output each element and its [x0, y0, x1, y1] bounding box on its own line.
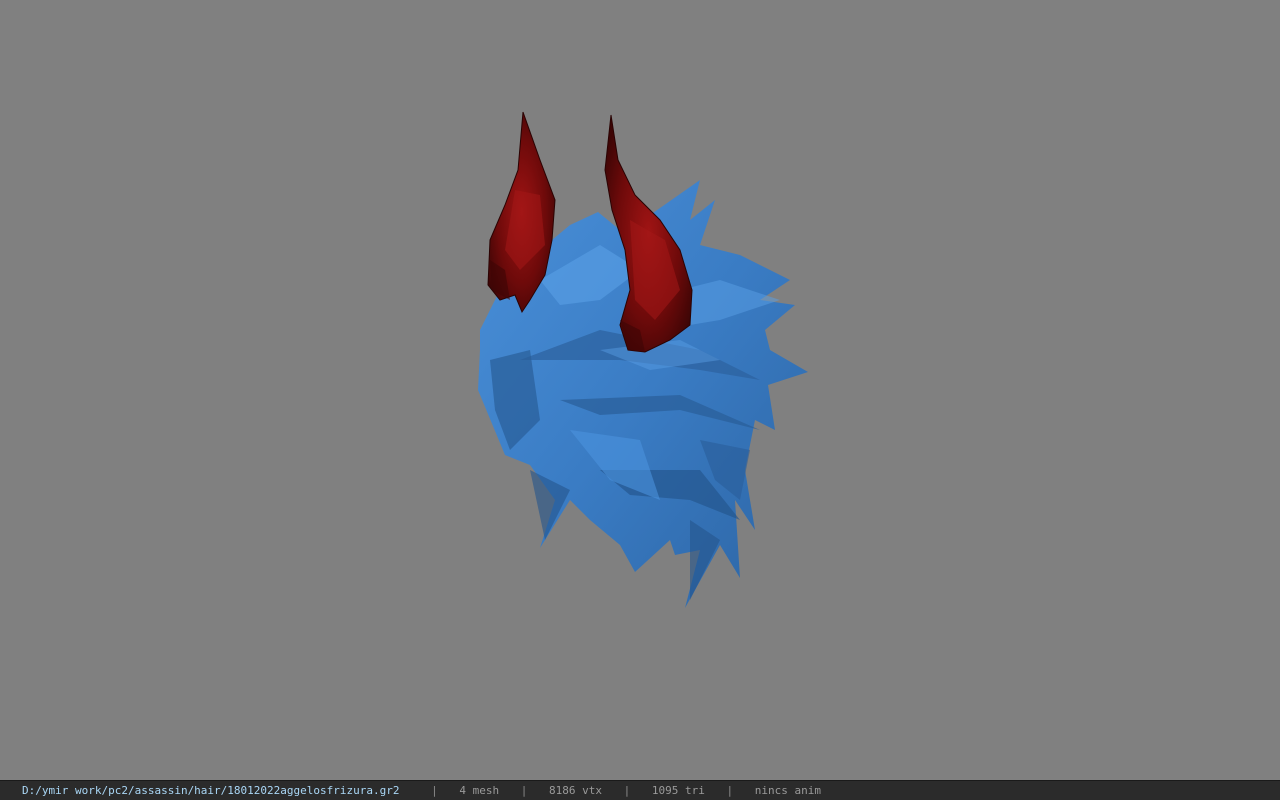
file-path-label: D:/ymir work/pc2/assassin/hair/18012022a… — [22, 784, 400, 797]
hair-model-render[interactable] — [0, 0, 1280, 780]
mesh-count-label: 4 mesh — [459, 784, 500, 797]
animation-status-label: nincs anim — [754, 784, 821, 797]
status-separator: | — [431, 784, 438, 797]
3d-viewport[interactable] — [0, 0, 1280, 780]
triangle-count-label: 1095 tri — [651, 784, 705, 797]
vertex-count-label: 8186 vtx — [549, 784, 602, 797]
status-separator: | — [623, 784, 631, 797]
status-separator: | — [520, 784, 528, 797]
status-separator: | — [726, 784, 734, 797]
status-bar: D:/ymir work/pc2/assassin/hair/18012022a… — [0, 780, 1280, 800]
